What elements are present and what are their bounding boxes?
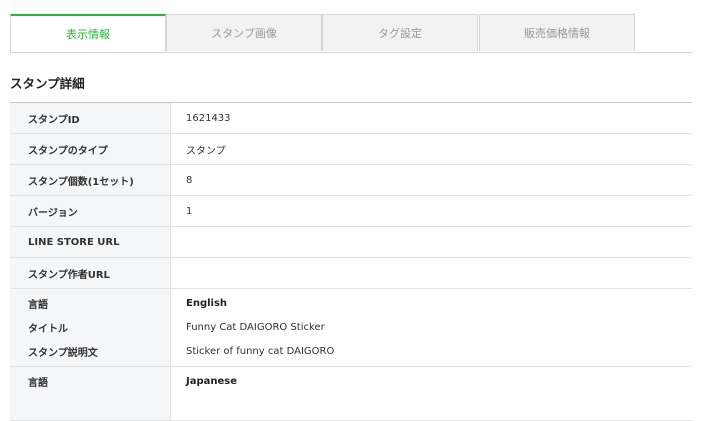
section-title: スタンプ詳細: [10, 76, 85, 91]
title-label: タイトル: [28, 323, 68, 335]
row-sticker-id: スタンプID 1621433: [10, 103, 692, 134]
language-group-values: English Funny Cat DAIGORO Sticker Sticke…: [171, 289, 692, 366]
tab-sales-price-info[interactable]: 販売価格情報: [479, 14, 635, 51]
language-group-english: 言語 タイトル スタンプ説明文 English Funny Cat DAIGOR…: [10, 289, 692, 367]
language-label: 言語: [28, 299, 48, 311]
sticker-count-value: 8: [186, 174, 193, 186]
sticker-type-value: スタンプ: [186, 145, 226, 157]
row-version: バージョン 1: [10, 196, 692, 227]
language-label: 言語: [28, 377, 48, 389]
language-group-values: Japanese: [171, 367, 692, 420]
language-group-japanese: 言語 Japanese: [10, 367, 692, 421]
tab-bar: 表示情報 スタンプ画像 タグ設定 販売価格情報: [10, 14, 692, 53]
sticker-count-label: スタンプ個数(1セット): [10, 165, 171, 195]
creator-url-label: スタンプ作者URL: [10, 258, 171, 288]
store-url-value: [171, 227, 692, 257]
language-value: English: [186, 297, 228, 309]
tab-tag-settings[interactable]: タグ設定: [322, 14, 478, 51]
row-store-url: LINE STORE URL: [10, 227, 692, 258]
tab-sticker-images[interactable]: スタンプ画像: [166, 14, 322, 51]
tab-display-info[interactable]: 表示情報: [10, 14, 166, 52]
creator-url-value: [171, 258, 692, 288]
version-value: 1: [186, 205, 193, 217]
description-value: Sticker of funny cat DAIGORO: [186, 345, 335, 357]
row-sticker-count: スタンプ個数(1セット) 8: [10, 165, 692, 196]
sticker-type-label: スタンプのタイプ: [10, 134, 171, 164]
sticker-id-value: 1621433: [186, 112, 231, 124]
sticker-detail-table: スタンプID 1621433 スタンプのタイプ スタンプ スタンプ個数(1セット…: [10, 102, 692, 421]
store-url-label: LINE STORE URL: [10, 227, 171, 257]
version-label: バージョン: [10, 196, 171, 226]
row-sticker-type: スタンプのタイプ スタンプ: [10, 134, 692, 165]
language-value: Japanese: [186, 375, 238, 387]
language-group-labels: 言語: [10, 367, 171, 420]
title-value: Funny Cat DAIGORO Sticker: [186, 321, 325, 333]
filler-line: [28, 393, 170, 417]
language-group-labels: 言語 タイトル スタンプ説明文: [10, 289, 171, 366]
row-creator-url: スタンプ作者URL: [10, 258, 692, 289]
description-label: スタンプ説明文: [28, 347, 98, 359]
sticker-id-label: スタンプID: [10, 103, 171, 133]
